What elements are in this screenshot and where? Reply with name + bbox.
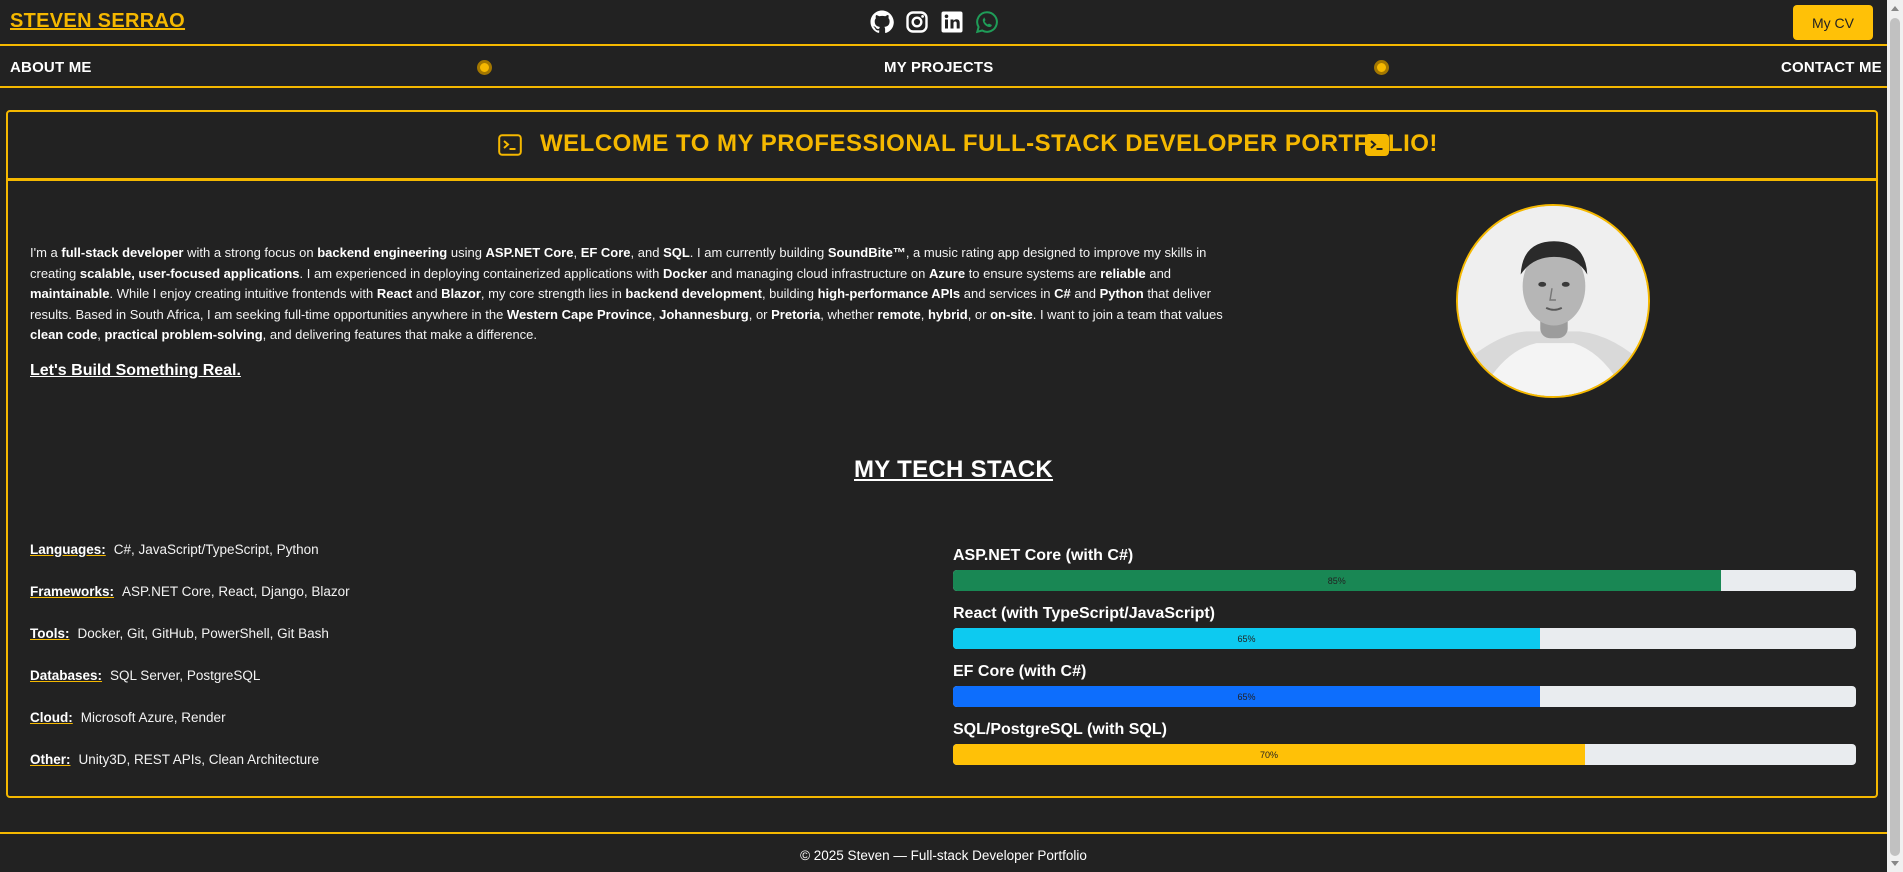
cv-button[interactable]: My CV [1793, 5, 1873, 40]
list-item: Cloud: Microsoft Azure, Render [30, 710, 350, 752]
stack-key: Other: [30, 752, 71, 767]
linkedin-icon[interactable] [939, 9, 964, 34]
list-item: Frameworks: ASP.NET Core, React, Django, … [30, 584, 350, 626]
welcome-title: WELCOME TO MY PROFESSIONAL FULL-STACK DE… [540, 130, 1438, 157]
nav-contact-me[interactable]: CONTACT ME [1781, 59, 1882, 76]
stack-key: Frameworks: [30, 584, 115, 599]
skill-label: SQL/PostgreSQL (with SQL) [953, 721, 1167, 738]
list-item: Databases: SQL Server, PostgreSQL [30, 668, 350, 710]
stack-key: Cloud: [30, 710, 73, 725]
cta-link[interactable]: Let's Build Something Real. [30, 362, 241, 380]
stack-value: Microsoft Azure, Render [80, 710, 226, 725]
skill-label: React (with TypeScript/JavaScript) [953, 605, 1215, 622]
stack-value: SQL Server, PostgreSQL [110, 668, 261, 683]
stack-key: Databases: [30, 668, 103, 683]
social-links [869, 9, 999, 34]
scrollbar[interactable] [1887, 0, 1903, 872]
progress-fill: 70% [953, 744, 1586, 765]
nav-separator-icon [477, 60, 492, 75]
progress-fill: 65% [953, 628, 1540, 649]
brand-link[interactable]: STEVEN SERRAO [10, 10, 185, 33]
stack-key: Languages: [30, 542, 106, 557]
nav-my-projects[interactable]: MY PROJECTS [884, 59, 993, 76]
list-item: Other: Unity3D, REST APIs, Clean Architec… [30, 752, 350, 794]
progress-fill: 65% [953, 686, 1540, 707]
stack-value: C#, JavaScript/TypeScript, Python [113, 542, 319, 557]
skill-item: React (with TypeScript/JavaScript) 65% [953, 604, 1856, 662]
list-item: Languages: C#, JavaScript/TypeScript, Pyt… [30, 542, 350, 584]
progress-fill: 85% [953, 570, 1721, 591]
skill-item: ASP.NET Core (with C#) 85% [953, 546, 1856, 604]
terminal-icon [498, 134, 522, 156]
stack-value: Unity3D, REST APIs, Clean Architecture [78, 752, 320, 767]
instagram-icon[interactable] [904, 9, 929, 34]
skill-item: EF Core (with C#) 65% [953, 662, 1856, 720]
skill-bars: ASP.NET Core (with C#) 85% React (with T… [953, 546, 1856, 778]
portfolio-card: WELCOME TO MY PROFESSIONAL FULL-STACK DE… [6, 110, 1878, 798]
avatar [1456, 204, 1650, 398]
intro-paragraph: I'm a full-stack developer with a strong… [30, 245, 1223, 342]
footer-text: © 2025 Steven — Full-stack Developer Por… [800, 848, 1087, 863]
nav-about-me[interactable]: ABOUT ME [10, 59, 92, 76]
scroll-up-icon[interactable] [1891, 6, 1899, 11]
whatsapp-icon[interactable] [974, 9, 999, 34]
skill-item: SQL/PostgreSQL (with SQL) 70% [953, 720, 1856, 778]
welcome-banner: WELCOME TO MY PROFESSIONAL FULL-STACK DE… [8, 112, 1876, 181]
progress-bar: 65% [953, 628, 1856, 649]
progress-bar: 65% [953, 686, 1856, 707]
scroll-down-icon[interactable] [1891, 861, 1899, 866]
stack-value: ASP.NET Core, React, Django, Blazor [122, 584, 350, 599]
footer: © 2025 Steven — Full-stack Developer Por… [0, 832, 1887, 872]
stack-value: Docker, Git, GitHub, PowerShell, Git Bas… [77, 626, 329, 641]
stack-key: Tools: [30, 626, 70, 641]
main-nav: ABOUT ME MY PROJECTS CONTACT ME [0, 48, 1887, 88]
terminal-filled-icon [1365, 134, 1389, 156]
progress-bar: 70% [953, 744, 1856, 765]
skill-label: EF Core (with C#) [953, 663, 1087, 680]
nav-separator-icon [1374, 60, 1389, 75]
skill-label: ASP.NET Core (with C#) [953, 547, 1134, 564]
top-header: STEVEN SERRAO My CV [0, 0, 1887, 46]
tech-stack-list: Languages: C#, JavaScript/TypeScript, Pyt… [30, 542, 350, 794]
scrollbar-thumb[interactable] [1890, 18, 1900, 856]
github-icon[interactable] [869, 9, 894, 34]
list-item: Tools: Docker, Git, GitHub, PowerShell, G… [30, 626, 350, 668]
tech-stack-title: MY TECH STACK [854, 456, 1054, 483]
progress-bar: 85% [953, 570, 1856, 591]
